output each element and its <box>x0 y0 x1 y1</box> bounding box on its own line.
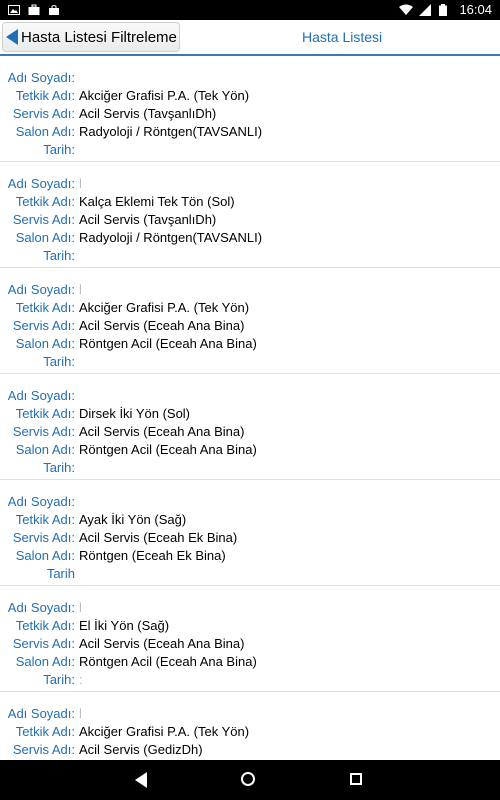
name-label: Adı Soyadı: <box>7 387 75 403</box>
service-value: Acil Servis (TavşanlıDh) <box>79 211 217 227</box>
service-value: Acil Servis (GedizDh) <box>79 741 203 757</box>
filter-back-button[interactable]: Hasta Listesi Filtreleme <box>2 22 180 52</box>
patient-list[interactable]: Adı Soyadı: Tetkik Adı: Akciğer Grafisi P… <box>0 56 500 760</box>
image-icon <box>8 3 20 15</box>
signal-icon <box>419 3 432 16</box>
list-item[interactable]: Adı Soyadı: Tetkik Adı: Akciğer Grafisi P… <box>0 56 500 162</box>
room-value: Röntgen Acil (Eceah Ana Bina) <box>79 441 257 457</box>
patient-name: l <box>79 175 82 191</box>
service-label: Servis Adı: <box>12 635 75 651</box>
name-label: Adı Soyadı: <box>7 599 75 615</box>
nav-back-icon[interactable] <box>135 772 147 788</box>
patient-name: l <box>79 705 82 721</box>
test-label: Tetkik Adı: <box>15 193 75 209</box>
service-value: Acil Servis (Eceah Ana Bina) <box>79 423 245 439</box>
test-value: Akciğer Grafisi P.A. (Tek Yön) <box>79 299 250 315</box>
name-label: Adı Soyadı: <box>7 493 75 509</box>
test-label: Tetkik Adı: <box>15 511 75 527</box>
patient-name: l <box>79 281 82 297</box>
test-value: Ayak İki Yön (Sağ) <box>79 511 187 527</box>
filter-back-button-label: Hasta Listesi Filtreleme <box>21 28 177 46</box>
app-bar: Hasta Listesi Filtreleme Hasta Listesi <box>0 20 500 56</box>
room-label: Salon Adı: <box>15 229 75 245</box>
room-label: Salon Adı: <box>15 547 75 563</box>
service-value: Acil Servis (TavşanlıDh) <box>79 105 217 121</box>
test-value: El İki Yön (Sağ) <box>79 617 170 633</box>
date-label: Tarih: <box>43 671 75 687</box>
name-label: Adı Soyadı: <box>7 69 75 85</box>
service-label: Servis Adı: <box>12 741 75 757</box>
service-label: Servis Adı: <box>12 529 75 545</box>
test-label: Tetkik Adı: <box>15 405 75 421</box>
date-label: Tarih: <box>43 141 75 157</box>
service-label: Servis Adı: <box>12 105 75 121</box>
shopping-bag-icon <box>48 3 60 15</box>
date-label: Tarih: <box>43 247 75 263</box>
clock: 16:04 <box>459 2 492 17</box>
nav-recents-icon[interactable] <box>350 773 362 785</box>
room-value: Radyoloji / Röntgen(TAVSANLI) <box>79 229 263 245</box>
service-value: Acil Servis (Eceah Ana Bina) <box>79 317 245 333</box>
name-label: Adı Soyadı: <box>7 281 75 297</box>
test-value: Akciğer Grafisi P.A. (Tek Yön) <box>79 87 250 103</box>
test-label: Tetkik Adı: <box>15 299 75 315</box>
list-item[interactable]: Adı Soyadı: l Tetkik Adı: Akciğer Grafisi … <box>0 692 500 761</box>
test-value: Kalça Eklemi Tek Tön (Sol) <box>79 193 235 209</box>
status-bar: 16:04 <box>0 0 500 20</box>
back-arrow-icon <box>6 29 18 45</box>
service-label: Servis Adı: <box>12 317 75 333</box>
patient-name: l <box>79 599 82 615</box>
date-label: Tarih: <box>43 459 75 475</box>
list-item[interactable]: Adı Soyadı: Tetkik Adı: Dirsek İki Yön (S… <box>0 374 500 480</box>
battery-icon <box>439 3 451 16</box>
room-label: Salon Adı: <box>15 441 75 457</box>
list-item[interactable]: Adı Soyadı: l Tetkik Adı: Kalça Eklemi Tek… <box>0 162 500 268</box>
navigation-bar <box>0 760 500 800</box>
test-value: Akciğer Grafisi P.A. (Tek Yön) <box>79 723 250 739</box>
service-label: Servis Adı: <box>12 211 75 227</box>
service-value: Acil Servis (Eceah Ek Bina) <box>79 529 238 545</box>
room-label: Salon Adı: <box>15 653 75 669</box>
date-label: Tarih: <box>43 353 75 369</box>
wifi-icon <box>399 4 414 16</box>
room-value: Röntgen Acil (Eceah Ana Bina) <box>79 653 257 669</box>
name-label: Adı Soyadı: <box>7 175 75 191</box>
room-value: Radyoloji / Röntgen(TAVSANLI) <box>79 123 263 139</box>
name-label: Adı Soyadı: <box>7 705 75 721</box>
briefcase-icon <box>28 3 40 15</box>
test-value: Dirsek İki Yön (Sol) <box>79 405 191 421</box>
test-label: Tetkik Adı: <box>15 87 75 103</box>
room-value: Röntgen (Eceah Ek Bina) <box>79 547 226 563</box>
list-item[interactable]: Adı Soyadı: l Tetkik Adı: Akciğer Grafisi … <box>0 268 500 374</box>
date-label: Tarih <box>46 565 75 581</box>
service-label: Servis Adı: <box>12 423 75 439</box>
date-value: : <box>79 671 83 687</box>
list-item[interactable]: Adı Soyadı: Tetkik Adı: Ayak İki Yön (Sağ… <box>0 480 500 586</box>
test-label: Tetkik Adı: <box>15 617 75 633</box>
page-title: Hasta Listesi <box>302 29 383 45</box>
list-item[interactable]: Adı Soyadı: l Tetkik Adı: El İki Yön (Sağ)… <box>0 586 500 692</box>
room-value: Röntgen Acil (Eceah Ana Bina) <box>79 335 257 351</box>
room-label: Salon Adı: <box>15 335 75 351</box>
test-label: Tetkik Adı: <box>15 723 75 739</box>
room-label: Salon Adı: <box>15 123 75 139</box>
service-value: Acil Servis (Eceah Ana Bina) <box>79 635 245 651</box>
nav-home-icon[interactable] <box>241 772 255 786</box>
